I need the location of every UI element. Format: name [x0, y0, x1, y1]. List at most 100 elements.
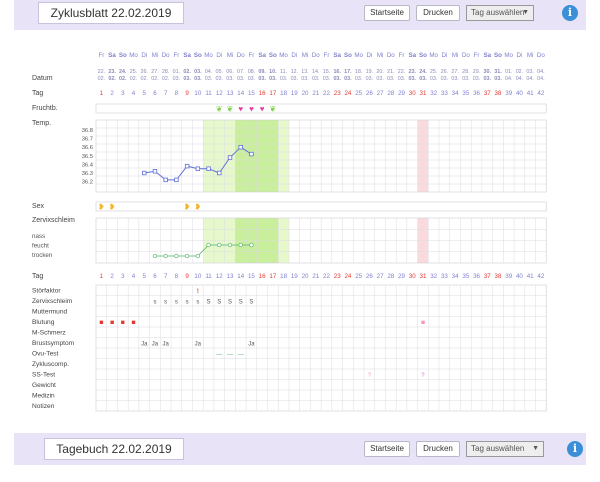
weekday-label: Sa [108, 52, 116, 59]
tag2-day-number: 8 [175, 273, 179, 280]
tag2-day-number: 35 [462, 273, 469, 280]
date-month: 03. [173, 76, 181, 82]
date-day: 22. [98, 69, 106, 75]
info-icon-bottom[interactable]: i [567, 441, 583, 457]
temperature-point [152, 169, 158, 174]
temp-tick: 36.4 [82, 162, 94, 168]
date-day: 20. [376, 69, 384, 75]
symptom-mark: Ja [195, 341, 202, 347]
tag-day-number: 17 [269, 90, 276, 97]
tag2-day-number: 33 [441, 273, 448, 280]
print-button[interactable]: Drucken [416, 5, 460, 21]
info-icon[interactable]: i [562, 5, 578, 21]
home-button-bottom[interactable]: Startseite [364, 441, 410, 457]
date-month: 02. [119, 76, 127, 82]
date-day: 09. [258, 69, 266, 75]
tag2-day-number: 15 [248, 273, 255, 280]
tag2-day-number: 36 [473, 273, 480, 280]
date-day: 14. [312, 69, 320, 75]
date-month: 04. [505, 76, 513, 82]
date-day: 21. [387, 69, 395, 75]
tag2-day-number: 13 [227, 273, 234, 280]
date-day: 16. [333, 69, 341, 75]
peak-fertility-band [235, 218, 279, 263]
tag2-day-number: 42 [537, 273, 544, 280]
row-label-datum: Datum [32, 75, 53, 82]
date-month: 03. [376, 76, 384, 82]
date-day: 23. [408, 69, 416, 75]
temp-tick: 36.5 [82, 154, 93, 160]
row-label-tag: Tag [32, 90, 43, 97]
tag2-day-number: 7 [164, 273, 168, 280]
tag2-day-number: 17 [269, 273, 276, 280]
tag2-day-number: 6 [153, 273, 157, 280]
symptom-label: M-Schmerz [32, 330, 66, 337]
date-day: 01. [173, 69, 181, 75]
weekday-label: Di [517, 52, 523, 59]
print-button-bottom[interactable]: Drucken [416, 441, 460, 457]
tag2-day-number: 40 [516, 273, 523, 280]
leaf-icon: ❦ [216, 105, 223, 114]
tag2-day-number: 10 [194, 273, 201, 280]
symptom-mark: Ja [163, 341, 170, 347]
tag2-day-number: 1 [100, 273, 104, 280]
tag-day-number: 9 [185, 90, 189, 97]
mucus-point [249, 242, 254, 248]
date-month: 03. [333, 76, 341, 82]
tag-day-number: 14 [237, 90, 244, 97]
day-select[interactable]: Tag auswählen ▼ [466, 5, 534, 21]
tag-day-number: 8 [175, 90, 179, 97]
tag-day-number: 27 [377, 90, 384, 97]
tag2-day-number: 11 [205, 273, 212, 280]
tag-day-number: 29 [398, 90, 405, 97]
symptom-mark: ■ [131, 319, 135, 326]
heart-icon: ♥ [249, 105, 254, 114]
date-day: 07. [237, 69, 245, 75]
weekday-label: Mo [504, 52, 513, 59]
chevron-down-icon: ▼ [522, 9, 529, 16]
weekday-label: Fr [98, 52, 104, 59]
tag2-day-number: 30 [409, 273, 416, 280]
mucus-point [184, 253, 190, 259]
tag-day-number: 3 [121, 90, 125, 97]
weekday-label: Fr [173, 52, 179, 59]
row-label-fruchtb: Fruchtb. [32, 105, 58, 112]
mucus-point [206, 242, 211, 248]
date-day: 24. [419, 69, 427, 75]
temp-tick: 36.6 [82, 145, 93, 151]
tag-day-number: 31 [420, 90, 427, 97]
day-select-value: Tag auswählen [471, 8, 525, 17]
date-month: 04. [537, 76, 545, 82]
tag2-day-number: 16 [259, 273, 266, 280]
weekday-label: Fr [324, 52, 330, 59]
footer-bar: Tagebuch 22.02.2019 Startseite Drucken T… [14, 433, 586, 465]
temperature-point [249, 151, 254, 157]
tag-day-number: 33 [441, 90, 448, 97]
tag2-day-number: 26 [366, 273, 373, 280]
symptom-label: Gewicht [32, 382, 56, 389]
date-day: 08. [248, 69, 256, 75]
tag2-day-number: 20 [302, 273, 309, 280]
date-month: 03. [419, 76, 427, 82]
weekday-label: Mo [279, 52, 288, 59]
home-button[interactable]: Startseite [364, 5, 410, 21]
day-select-bottom[interactable]: Tag auswählen ▼ [466, 441, 544, 457]
weekday-label: Do [462, 52, 470, 59]
tag2-day-number: 25 [355, 273, 362, 280]
symptom-mark: — [227, 352, 233, 358]
weekday-label: Mo [129, 52, 138, 59]
temperature-point [184, 163, 190, 169]
weekday-label: Sa [483, 52, 491, 59]
date-month: 03. [355, 76, 363, 82]
weekday-label: Mi [377, 52, 384, 59]
tag2-day-number: 12 [216, 273, 223, 280]
date-day: 04. [205, 69, 213, 75]
date-month: 03. [451, 76, 459, 82]
symptom-mark: Ja [248, 341, 255, 347]
tag-day-number: 32 [430, 90, 437, 97]
date-month: 03. [301, 76, 309, 82]
date-month: 02. [140, 76, 148, 82]
date-month: 02. [108, 76, 116, 82]
date-month: 03. [462, 76, 470, 82]
tag2-day-number: 18 [280, 273, 287, 280]
